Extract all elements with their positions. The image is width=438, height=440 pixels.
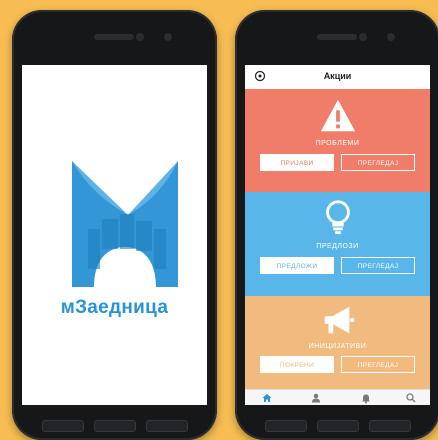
section-title-problems: ПРОБЛЕМИ [315, 140, 360, 147]
speaker-grille [317, 34, 357, 40]
view-proposals-button[interactable]: ПРЕГЛЕДАЈ [341, 257, 415, 274]
sensor-icon [164, 33, 172, 41]
megaphone-icon [324, 306, 355, 334]
section-title-proposals: ПРЕДЛОЗИ [316, 243, 359, 250]
hardware-buttons [235, 412, 438, 440]
section-proposals: ПРЕДЛОЗИ ПРЕДЛОЖИ ПРЕГЛЕДАЈ [245, 192, 430, 296]
page-title: Акции [323, 71, 352, 81]
view-initiatives-button[interactable]: ПРЕГЛЕДАЈ [341, 356, 415, 373]
app-header: Акции [245, 65, 430, 90]
home-hardware-button[interactable] [94, 420, 136, 432]
app-name: мЗаедница [60, 297, 169, 318]
section-problems: ПРОБЛЕМИ ПРИЈАВИ ПРЕГЛЕДАЈ [245, 89, 430, 192]
bottom-tab-bar [245, 389, 430, 405]
recent-apps-button[interactable] [42, 420, 84, 432]
back-button[interactable] [369, 420, 411, 432]
left-phone: мЗаедница [12, 10, 217, 440]
hardware-buttons [12, 412, 217, 440]
camera-icon [359, 33, 367, 41]
sensor-icon [387, 33, 395, 41]
report-button[interactable]: ПРИЈАВИ [260, 154, 334, 171]
propose-button[interactable]: ПРЕДЛОЖИ [260, 257, 334, 274]
home-icon[interactable] [261, 392, 273, 404]
start-initiative-button[interactable]: ПОКРЕНИ [260, 356, 334, 373]
speaker-grille [94, 34, 134, 40]
recent-apps-button[interactable] [265, 420, 307, 432]
search-icon[interactable] [405, 392, 417, 404]
user-icon[interactable] [310, 392, 322, 404]
back-button[interactable] [146, 420, 188, 432]
right-phone: Акции ПРОБЛЕМИ ПРИЈАВИ ПРЕГЛЕДАЈ ПРЕДЛОЗ… [235, 10, 438, 440]
warning-icon [320, 99, 356, 132]
bell-icon[interactable] [360, 392, 372, 404]
lightbulb-icon [326, 200, 350, 235]
view-problems-button[interactable]: ПРЕГЛЕДАЈ [341, 154, 415, 171]
mzaednica-logo-icon [72, 161, 178, 287]
splash-screen: мЗаедница [22, 65, 207, 405]
home-hardware-button[interactable] [317, 420, 359, 432]
camera-icon [136, 33, 144, 41]
section-initiatives: ИНИЦИЈАТИВИ ПОКРЕНИ ПРЕГЛЕДАЈ [245, 296, 430, 389]
section-title-initiatives: ИНИЦИЈАТИВИ [308, 343, 367, 350]
actions-screen: Акции ПРОБЛЕМИ ПРИЈАВИ ПРЕГЛЕДАЈ ПРЕДЛОЗ… [245, 65, 430, 405]
